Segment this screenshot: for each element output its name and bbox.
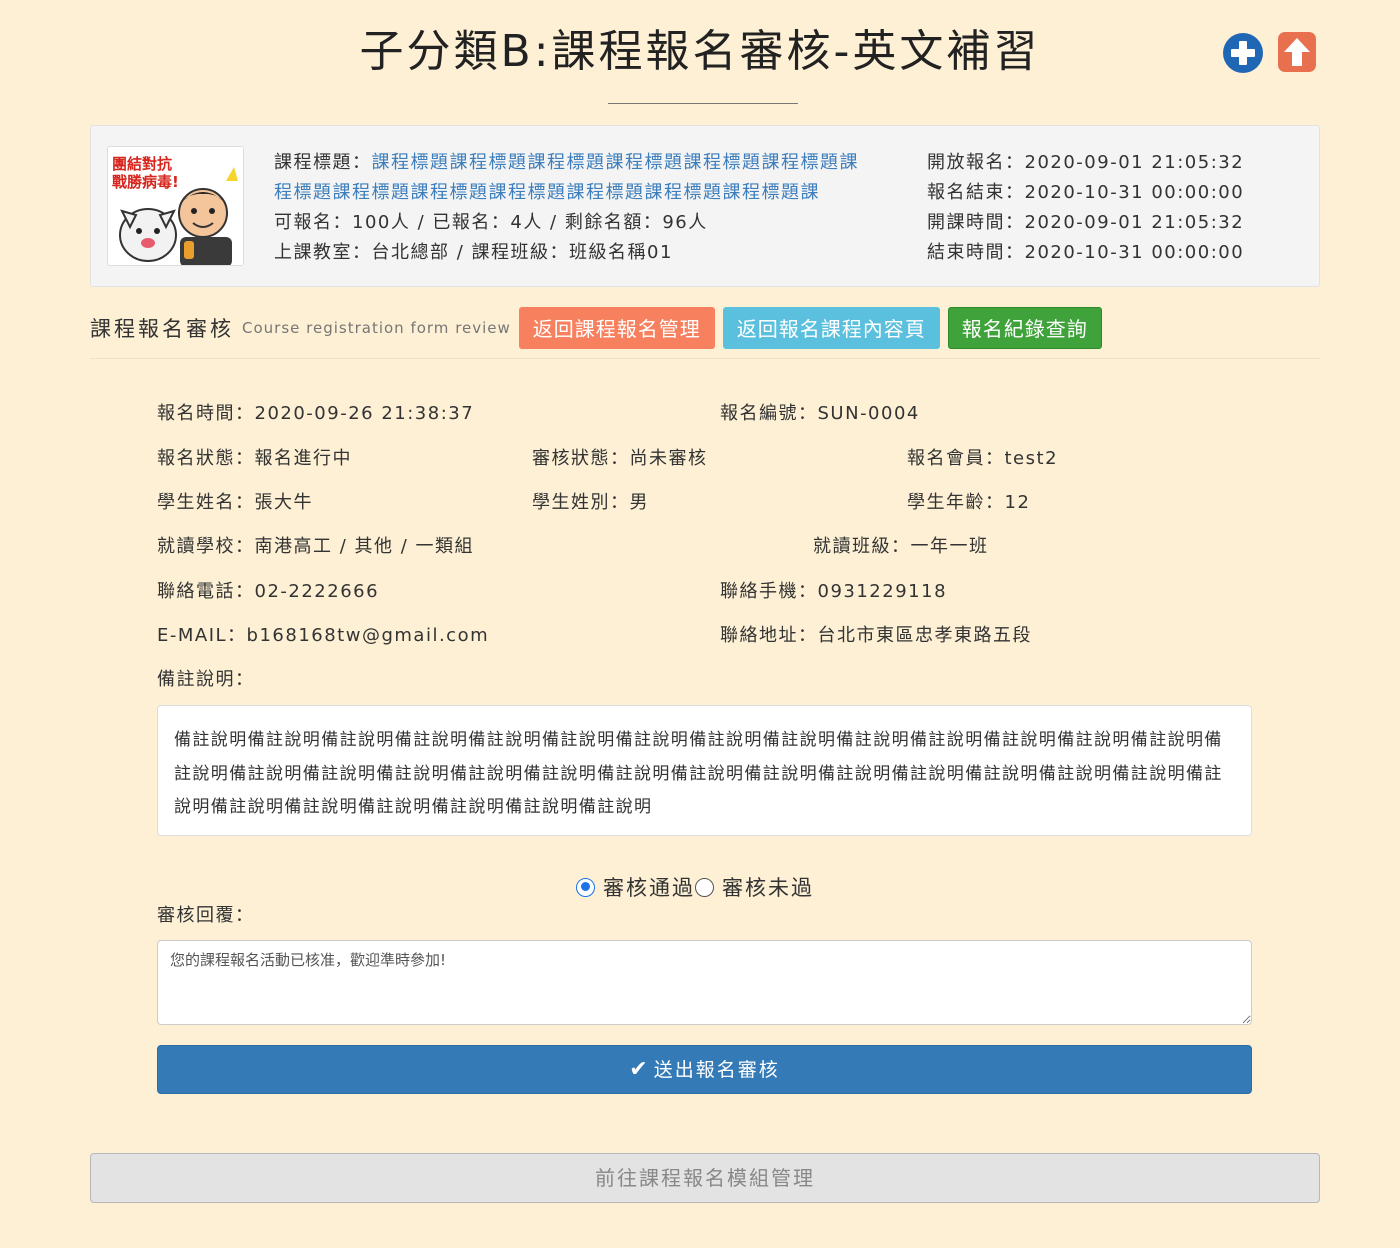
top-toolbar [1222,30,1318,74]
records-query-button[interactable]: 報名紀錄查詢 [947,307,1102,349]
student-school: 就讀學校：南港高工 / 其他 / 一類組 [157,536,475,557]
section-title: 課程報名審核 [90,317,234,341]
contact-address: 聯絡地址：台北市東區忠孝東路五段 [720,625,1032,646]
review-status: 審核狀態：尚未審核 [532,448,708,469]
back-to-manage-button[interactable]: 返回課程報名管理 [518,307,715,349]
registration-status: 報名狀態：報名進行中 [157,448,352,469]
review-reply-label: 審核回覆： [157,905,255,926]
module-manage-button[interactable]: 前往課程報名模組管理 [90,1153,1320,1203]
plus-circle-icon[interactable] [1222,30,1264,74]
close-registration: 報名結束：2020-10-31 00:00:00 [927,182,1245,203]
title-divider [608,103,798,104]
open-registration: 開放報名：2020-09-01 21:05:32 [927,152,1245,173]
section-header: 課程報名審核 Course registration form review 返… [90,307,1110,349]
back-to-content-button[interactable]: 返回報名課程內容頁 [722,307,940,349]
student-age: 學生年齡：12 [907,492,1031,513]
section-subtitle: Course registration form review [242,319,511,337]
student-name: 學生姓名：張大牛 [157,492,313,513]
student-gender: 學生姓別：男 [532,492,649,513]
registration-time: 報名時間：2020-09-26 21:38:37 [157,403,475,424]
course-mascot-image: 團結對抗 戰勝病毒! [108,147,243,265]
capacity-line: 可報名：100人 / 已報名：4人 / 剩餘名額：96人 [274,212,708,233]
memo-text: 備註說明備註說明備註說明備註說明備註說明備註說明備註說明備註說明備註說明備註說明… [157,705,1252,836]
location-line: 上課教室：台北總部 / 課程班級：班級名稱01 [274,242,673,263]
course-end: 結束時間：2020-10-31 00:00:00 [927,242,1245,263]
review-pass-radio[interactable] [576,877,595,897]
course-info-details: 課程標題：課程標題課程標題課程標題課程標題課程標題課程標題課程標題課程標題課程標… [274,148,874,268]
upload-arrow-icon[interactable] [1276,30,1318,74]
review-fail-label[interactable]: 審核未過 [722,872,814,902]
course-title-label: 課程標題： [274,152,372,173]
course-title-line: 課程標題：課程標題課程標題課程標題課程標題課程標題課程標題課程標題課程標題課程標… [274,148,874,208]
course-start: 開課時間：2020-09-01 21:05:32 [927,212,1245,233]
contact-mobile: 聯絡手機：0931229118 [720,581,948,602]
section-divider [90,358,1320,359]
course-info-panel: 團結對抗 戰勝病毒! 課程標題：課程標題課程標題課程標題課程標題課程標題課程標題… [90,125,1320,287]
submit-review-label: 送出報名審核 [653,1059,780,1081]
svg-text:團結對抗: 團結對抗 [112,155,172,173]
check-icon: ✔ [629,1057,650,1082]
review-radio-group: 審核通過 審核未過 [576,872,814,902]
review-pass-label[interactable]: 審核通過 [603,872,695,902]
registration-number: 報名編號：SUN-0004 [720,403,920,424]
page-title: 子分類B:課程報名審核-英文補習 [359,26,1041,77]
contact-email: E-MAIL：b168168tw@gmail.com [157,625,490,646]
svg-text:戰勝病毒!: 戰勝病毒! [112,173,179,191]
review-fail-radio[interactable] [695,877,714,897]
course-schedule: 開放報名：2020-09-01 21:05:32 報名結束：2020-10-31… [927,148,1244,268]
student-class: 就讀班級：一年一班 [813,536,989,557]
review-reply-input[interactable]: 您的課程報名活動已核准，歡迎準時參加! [157,940,1252,1025]
memo-label: 備註說明： [157,669,255,690]
contact-phone: 聯絡電話：02-2222666 [157,581,380,602]
submit-review-button[interactable]: ✔ 送出報名審核 [157,1045,1252,1094]
course-thumbnail: 團結對抗 戰勝病毒! [107,146,244,266]
registration-member: 報名會員：test2 [907,448,1059,469]
